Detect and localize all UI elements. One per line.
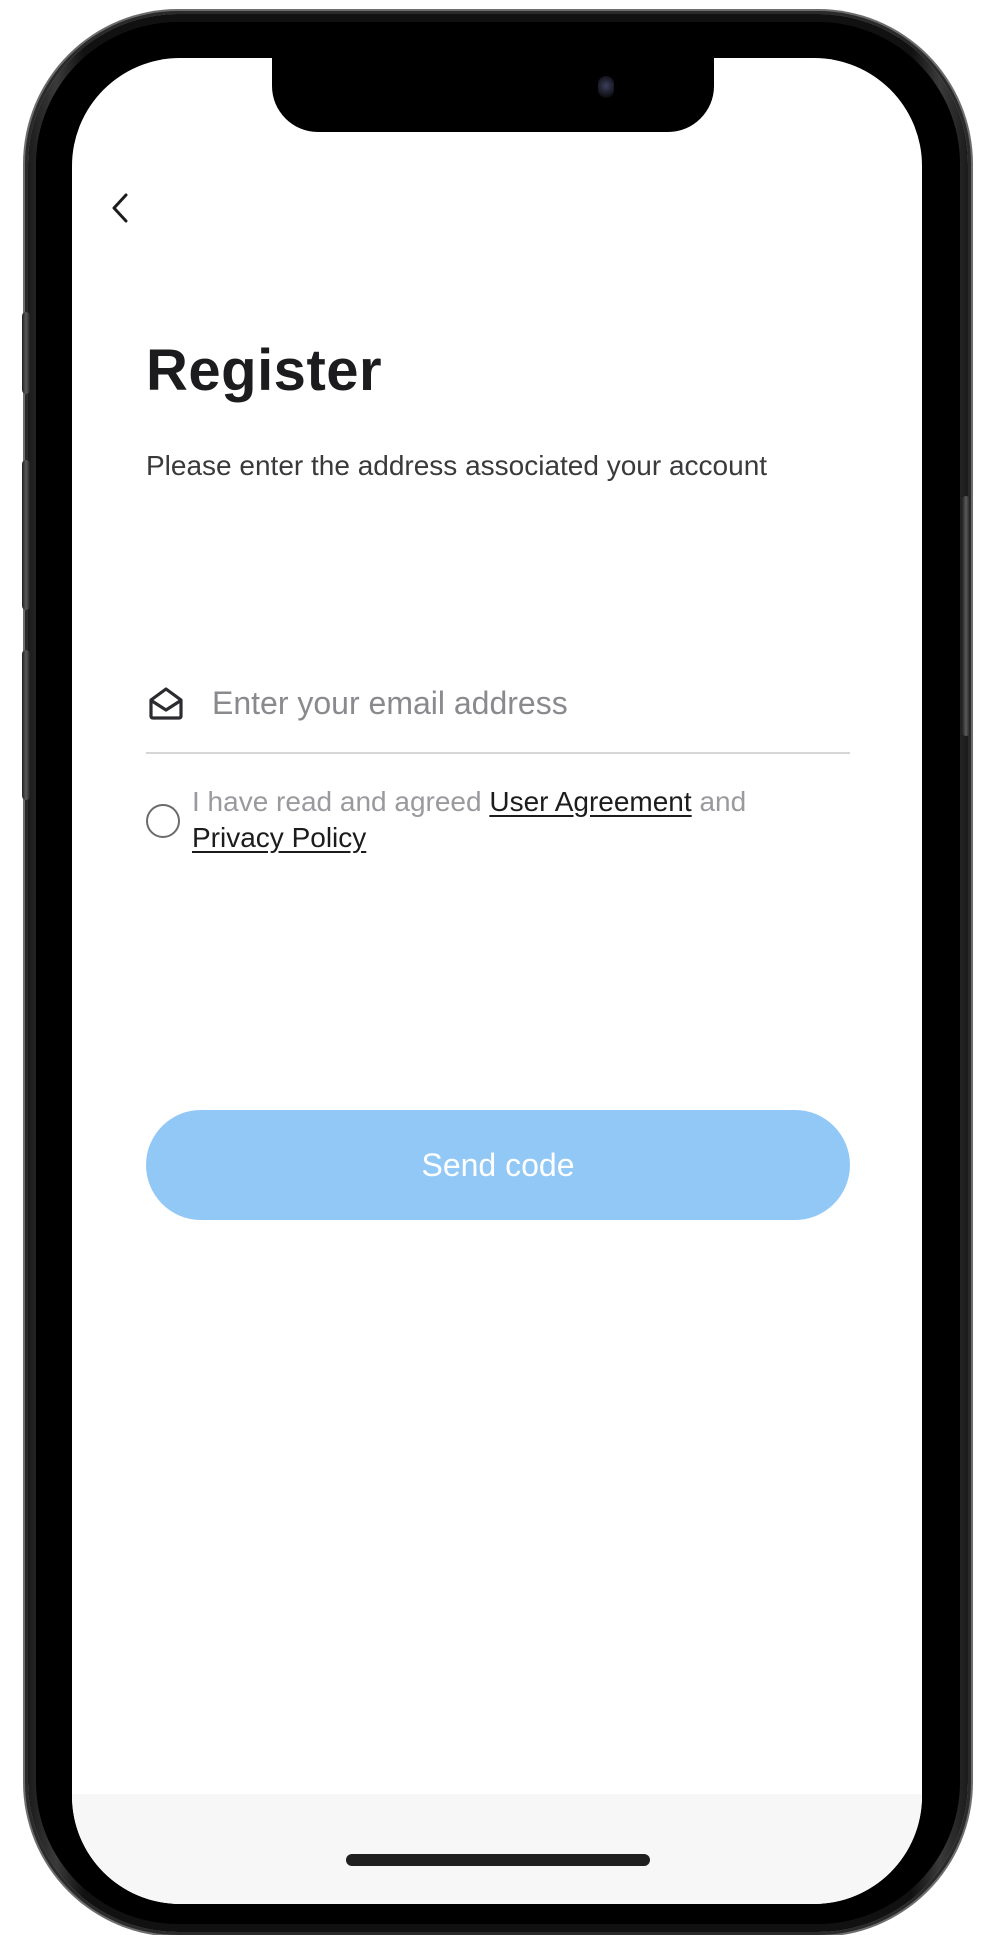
agreement-connector: and xyxy=(699,786,747,817)
user-agreement-link[interactable]: User Agreement xyxy=(489,786,691,817)
notch xyxy=(272,58,714,132)
home-indicator[interactable] xyxy=(346,1854,650,1866)
back-button[interactable] xyxy=(100,188,140,228)
volume-up-button xyxy=(22,460,30,610)
page-title: Register xyxy=(146,338,383,403)
page-subtitle: Please enter the address associated your… xyxy=(146,450,768,481)
agreement-radio[interactable] xyxy=(146,804,180,838)
agreement-prefix: I have read and agreed xyxy=(192,786,482,817)
mail-open-icon xyxy=(146,683,186,723)
app-screen: Register Please enter the address associ… xyxy=(72,58,922,1904)
chevron-left-icon xyxy=(112,193,128,223)
front-camera xyxy=(598,76,614,98)
privacy-policy-link[interactable]: Privacy Policy xyxy=(192,822,366,853)
silent-switch xyxy=(22,312,30,394)
home-indicator-area xyxy=(72,1794,922,1904)
agreement-text: I have read and agreed User Agreement an… xyxy=(192,784,746,856)
email-field[interactable] xyxy=(146,654,850,754)
power-button xyxy=(962,496,970,736)
volume-down-button xyxy=(22,650,30,800)
agreement-row: I have read and agreed User Agreement an… xyxy=(146,784,866,856)
send-code-button[interactable]: Send code xyxy=(146,1110,850,1220)
email-input[interactable] xyxy=(212,684,850,722)
